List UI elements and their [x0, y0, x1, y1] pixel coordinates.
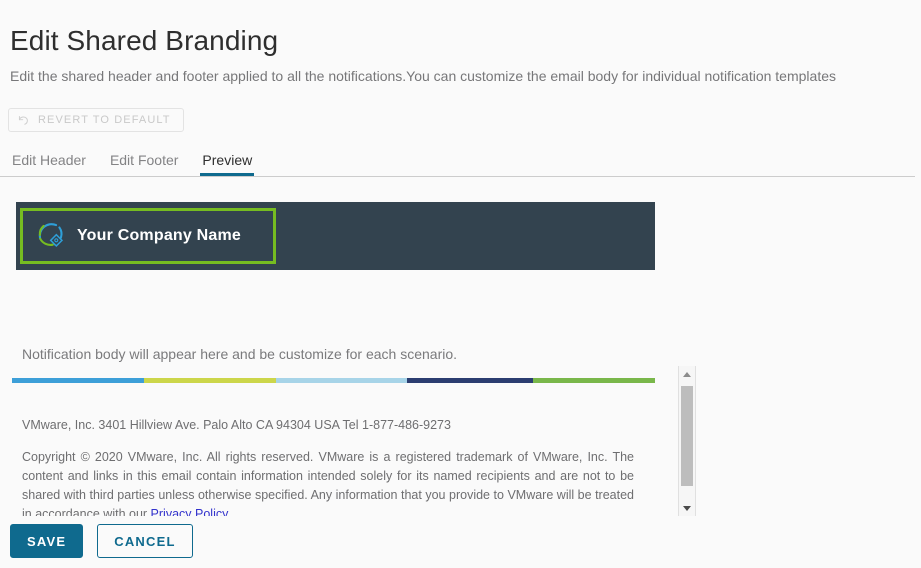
company-name-text: Your Company Name: [77, 227, 242, 244]
preview-scrollbar[interactable]: [678, 366, 696, 516]
tab-edit-footer[interactable]: Edit Footer: [98, 144, 190, 176]
notification-body-placeholder: Notification body will appear here and b…: [22, 346, 458, 362]
footer-copyright-tail: .: [227, 507, 231, 516]
stripe-segment-3: [275, 378, 408, 383]
privacy-policy-link[interactable]: Privacy Policy: [151, 507, 228, 516]
preview-pane: Your Company Name Notification body will…: [0, 186, 697, 516]
footer-copyright-body: Copyright © 2020 VMware, Inc. All rights…: [22, 450, 634, 516]
tab-edit-header[interactable]: Edit Header: [0, 144, 98, 176]
page-title: Edit Shared Branding: [10, 24, 279, 56]
stripe-segment-4: [407, 378, 533, 383]
page-description: Edit the shared header and footer applie…: [10, 68, 836, 84]
form-actions: SAVE CANCEL: [10, 524, 193, 558]
tab-bar: Edit Header Edit Footer Preview: [0, 144, 921, 178]
undo-arrow-icon: [17, 114, 30, 127]
color-stripe-divider: [12, 378, 655, 383]
revert-to-default-button[interactable]: REVERT TO DEFAULT: [8, 108, 184, 132]
branding-selection-box[interactable]: Your Company Name: [20, 208, 276, 264]
footer-copyright-text: Copyright © 2020 VMware, Inc. All rights…: [22, 448, 634, 516]
scroll-down-arrow-icon[interactable]: [679, 500, 695, 516]
stripe-segment-1: [12, 378, 144, 383]
tab-preview-label: Preview: [202, 152, 253, 168]
email-header-banner: Your Company Name: [16, 202, 655, 270]
company-swoosh-logo-icon: [35, 219, 65, 254]
tab-preview[interactable]: Preview: [190, 144, 264, 176]
save-button[interactable]: SAVE: [10, 524, 84, 558]
stripe-segment-2: [143, 378, 276, 383]
scrollbar-thumb[interactable]: [681, 386, 693, 486]
tab-bar-divider: [0, 176, 915, 177]
scroll-up-arrow-icon[interactable]: [679, 366, 695, 382]
revert-to-default-label: REVERT TO DEFAULT: [38, 114, 171, 126]
tab-edit-header-label: Edit Header: [12, 152, 86, 168]
cancel-button[interactable]: CANCEL: [97, 524, 193, 558]
footer-address-text: VMware, Inc. 3401 Hillview Ave. Palo Alt…: [22, 418, 451, 432]
tab-edit-footer-label: Edit Footer: [109, 152, 179, 168]
stripe-segment-5: [532, 378, 655, 383]
